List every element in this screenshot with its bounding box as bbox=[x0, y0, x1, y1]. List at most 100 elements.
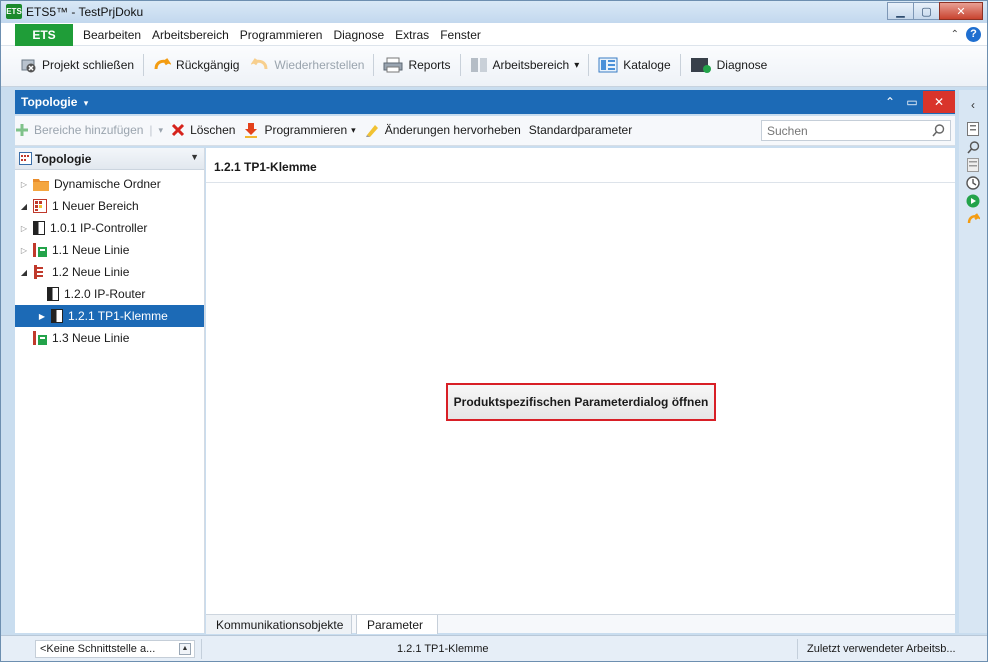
list-icon[interactable] bbox=[965, 158, 981, 172]
tree-node-line-1-3[interactable]: 1.3 Neue Linie bbox=[19, 327, 129, 349]
diagnostics-button[interactable]: Diagnose bbox=[684, 52, 774, 78]
tree-node-area-1[interactable]: ◢ 1 Neuer Bereich bbox=[19, 195, 139, 217]
device-icon bbox=[33, 221, 45, 235]
highlight-changes-button[interactable]: Änderungen hervorheben bbox=[364, 122, 521, 138]
separator-pipe: | bbox=[149, 123, 153, 137]
status-bar: <Keine Schnittstelle a... ▲ 1.2.1 TP1-Kl… bbox=[1, 635, 987, 661]
play-icon[interactable] bbox=[965, 194, 981, 208]
close-icon: ✕ bbox=[956, 5, 966, 18]
redo-label: Wiederherstellen bbox=[274, 58, 365, 72]
folder-icon bbox=[33, 178, 49, 191]
tree-node-label: 1.2 Neue Linie bbox=[52, 265, 130, 279]
tab-parameter[interactable]: Parameter bbox=[356, 615, 438, 634]
panel-title-dropdown[interactable]: Topologie ▾ bbox=[21, 95, 88, 109]
expand-icon[interactable]: ▷ bbox=[19, 224, 29, 233]
topology-icon bbox=[19, 152, 32, 165]
chevron-down-icon: ▾ bbox=[83, 98, 89, 108]
menu-ets[interactable]: ETS bbox=[15, 24, 73, 46]
tree-node-line-1-1[interactable]: ▷ 1.1 Neue Linie bbox=[19, 239, 129, 261]
menu-arbeitsbereich[interactable]: Arbeitsbereich bbox=[152, 28, 229, 42]
area-icon bbox=[33, 199, 47, 213]
menu-extras[interactable]: Extras bbox=[395, 28, 429, 42]
line-icon bbox=[34, 265, 43, 279]
properties-icon[interactable] bbox=[965, 122, 981, 136]
menu-fenster[interactable]: Fenster bbox=[440, 28, 481, 42]
chevron-down-icon: ▾ bbox=[158, 124, 164, 135]
expand-icon[interactable]: ▶ bbox=[37, 312, 47, 321]
diagnostics-icon bbox=[690, 58, 711, 73]
panel-collapse-icon[interactable]: ⌃ bbox=[879, 95, 901, 109]
chevron-down-icon[interactable]: ▼ bbox=[190, 152, 199, 162]
help-icon[interactable]: ? bbox=[966, 27, 981, 42]
history-clock-icon[interactable] bbox=[965, 176, 981, 190]
collapse-icon[interactable]: ◢ bbox=[19, 268, 29, 277]
status-divider bbox=[201, 639, 202, 659]
topology-toolbar: Bereiche hinzufügen | ▾ Löschen Programm… bbox=[15, 116, 955, 146]
detail-tabs: Kommunikationsobjekte Parameter bbox=[206, 614, 955, 634]
minimize-button[interactable]: ▁ bbox=[887, 2, 914, 20]
menu-programmieren[interactable]: Programmieren bbox=[240, 28, 323, 42]
panel-close-icon[interactable]: ✕ bbox=[923, 91, 955, 113]
tab-label: Parameter bbox=[367, 617, 424, 632]
undo-icon[interactable] bbox=[965, 212, 981, 226]
add-areas-button[interactable]: Bereiche hinzufügen | ▾ bbox=[15, 123, 163, 137]
collapse-ribbon-icon[interactable]: ⌃ bbox=[951, 29, 959, 40]
default-params-button[interactable]: Standardparameter bbox=[529, 123, 632, 137]
workspace-dropdown[interactable]: Arbeitsbereich ▾ bbox=[464, 52, 586, 78]
status-device: 1.2.1 TP1-Klemme bbox=[397, 643, 489, 655]
toolbar-separator bbox=[679, 54, 681, 76]
maximize-button[interactable]: ▢ bbox=[913, 2, 940, 20]
minimize-icon: ▁ bbox=[896, 5, 905, 18]
expand-icon[interactable]: ▷ bbox=[19, 246, 29, 255]
chevron-left-icon[interactable]: ‹ bbox=[965, 98, 981, 112]
device-title: 1.2.1 TP1-Klemme bbox=[214, 160, 317, 174]
panel-restore-icon[interactable]: ▭ bbox=[901, 95, 923, 109]
undo-button[interactable]: Rückgängig bbox=[147, 52, 245, 78]
tree-node-label: 1.3 Neue Linie bbox=[52, 331, 130, 345]
tree-header[interactable]: Topologie ▼ bbox=[15, 148, 204, 170]
tree-node-ip-controller[interactable]: ▷ 1.0.1 IP-Controller bbox=[19, 217, 147, 239]
window-title: ETS5™ - TestPrjDoku bbox=[26, 5, 144, 19]
default-params-label: Standardparameter bbox=[528, 123, 633, 137]
reports-button[interactable]: Reports bbox=[377, 52, 456, 78]
highlighter-icon bbox=[365, 125, 378, 137]
tab-label: Kommunikationsobjekte bbox=[216, 617, 344, 632]
expand-icon[interactable]: ▷ bbox=[19, 180, 29, 189]
undo-label: Rückgängig bbox=[176, 58, 240, 72]
undo-icon bbox=[154, 58, 172, 70]
catalogs-button[interactable]: Kataloge bbox=[592, 52, 676, 78]
redo-button[interactable]: Wiederherstellen bbox=[245, 52, 370, 78]
right-side-toolbar: ‹ bbox=[959, 90, 987, 633]
application-window: ETS ETS5™ - TestPrjDoku ▁ ▢ ✕ ETS Bearbe… bbox=[0, 0, 988, 662]
close-window-button[interactable]: ✕ bbox=[939, 2, 983, 20]
search-icon[interactable] bbox=[965, 140, 981, 154]
menu-bar: ETS Bearbeiten Arbeitsbereich Programmie… bbox=[1, 23, 987, 46]
interface-selector[interactable]: <Keine Schnittstelle a... ▲ bbox=[35, 640, 195, 658]
collapse-icon[interactable]: ◢ bbox=[19, 202, 29, 211]
menu-diagnose[interactable]: Diagnose bbox=[333, 28, 384, 42]
search-icon[interactable] bbox=[932, 124, 945, 137]
program-label: Programmieren bbox=[264, 123, 348, 137]
search-input[interactable] bbox=[762, 121, 922, 140]
delete-x-icon bbox=[172, 123, 185, 137]
chevron-down-icon: ▾ bbox=[574, 59, 580, 71]
title-bar: ETS ETS5™ - TestPrjDoku ▁ ▢ ✕ bbox=[1, 1, 987, 23]
tree-node-dynamic-folders[interactable]: ▷ Dynamische Ordner bbox=[19, 173, 161, 195]
topology-panel-header: Topologie ▾ ⌃ ▭ ✕ bbox=[15, 90, 955, 114]
panel-title: Topologie bbox=[21, 95, 78, 109]
delete-button[interactable]: Löschen bbox=[171, 123, 235, 137]
tree-node-line-1-2[interactable]: ◢ 1.2 Neue Linie bbox=[19, 261, 129, 283]
tab-kommunikationsobjekte[interactable]: Kommunikationsobjekte bbox=[206, 615, 352, 634]
search-box bbox=[761, 120, 951, 141]
tree-node-label: 1.0.1 IP-Controller bbox=[50, 221, 148, 235]
device-icon bbox=[51, 309, 63, 323]
tree-node-tp1-klemme[interactable]: ▶ 1.2.1 TP1-Klemme bbox=[15, 305, 204, 327]
device-detail-area: 1.2.1 TP1-Klemme Produktspezifischen Par… bbox=[206, 148, 955, 634]
menu-bearbeiten[interactable]: Bearbeiten bbox=[83, 28, 141, 42]
status-divider bbox=[797, 639, 798, 659]
open-parameter-dialog-button[interactable]: Produktspezifischen Parameterdialog öffn… bbox=[446, 383, 716, 421]
close-project-button[interactable]: Projekt schließen bbox=[15, 52, 140, 78]
tree-node-ip-router[interactable]: 1.2.0 IP-Router bbox=[33, 283, 145, 305]
chevron-up-icon[interactable]: ▲ bbox=[179, 643, 191, 655]
program-dropdown[interactable]: Programmieren ▾ bbox=[243, 122, 356, 138]
